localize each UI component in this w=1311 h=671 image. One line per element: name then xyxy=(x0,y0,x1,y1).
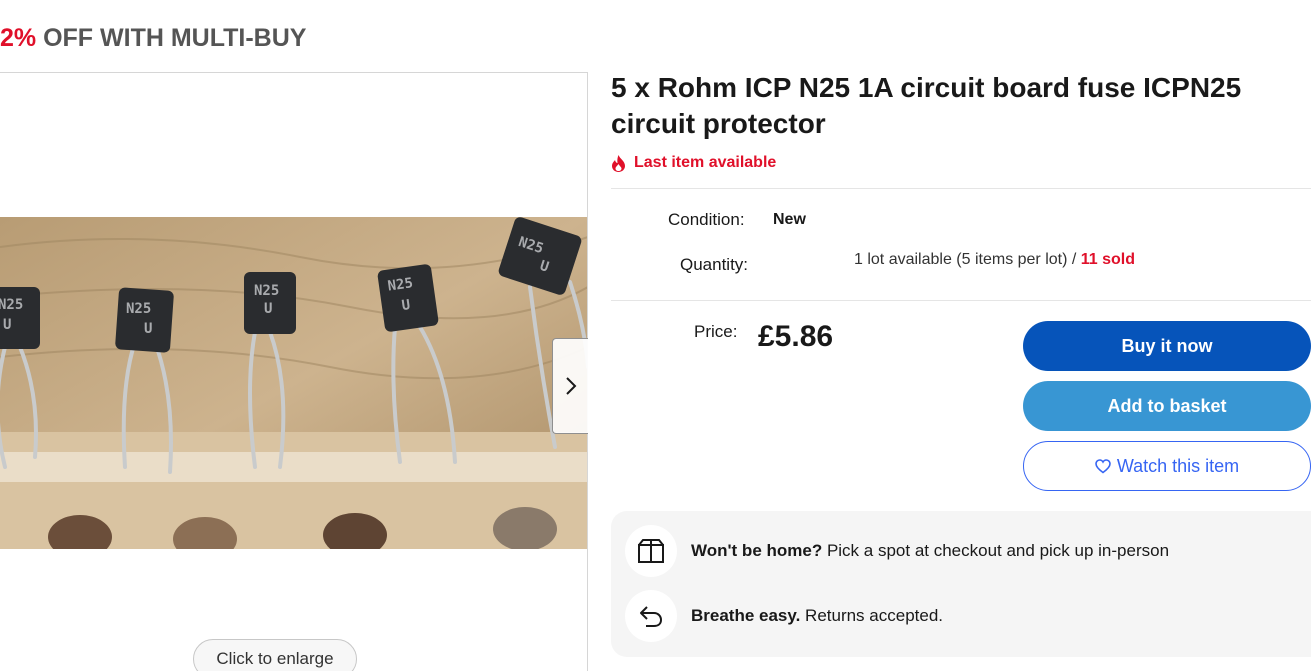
pickup-info: Won't be home? Pick a spot at checkout a… xyxy=(625,525,1169,577)
quantity-sold: 11 sold xyxy=(1080,251,1136,268)
watch-item-button[interactable]: Watch this item xyxy=(1023,441,1311,491)
divider xyxy=(611,188,1311,189)
watch-item-label: Watch this item xyxy=(1116,455,1240,476)
price-label: Price: xyxy=(694,322,738,341)
buyer-info-panel: Won't be home? Pick a spot at checkout a… xyxy=(611,511,1311,657)
returns-text: Breathe easy. Returns accepted. xyxy=(691,606,943,626)
price-value: £5.86 xyxy=(758,320,834,353)
condition-label: Condition: xyxy=(668,210,745,229)
heart-icon xyxy=(1095,458,1111,473)
multi-buy-promo: 2% OFF WITH MULTI-BUY xyxy=(0,24,306,53)
quantity-label: Quantity: xyxy=(680,255,749,274)
returns-info: Breathe easy. Returns accepted. xyxy=(625,590,943,642)
image-gallery: N25 U N25 U N25 U N25 U N25 U xyxy=(0,72,588,671)
buy-it-now-button[interactable]: Buy it now xyxy=(1023,321,1311,371)
urgency-signal: Last item available xyxy=(611,154,776,172)
chevron-right-icon xyxy=(565,377,576,395)
quantity-info: 1 lot available (5 items per lot) / 11 s… xyxy=(854,251,1135,269)
click-to-enlarge-button[interactable]: Click to enlarge xyxy=(193,639,357,671)
add-to-basket-button[interactable]: Add to basket xyxy=(1023,381,1311,431)
photo-marking: N25 xyxy=(254,283,279,299)
product-photo-image: N25 U N25 U N25 U N25 U N25 U xyxy=(0,217,587,549)
quantity-available: 1 lot available (5 items per lot) / xyxy=(854,251,1081,268)
returns-bold: Breathe easy. xyxy=(691,606,801,625)
photo-marking: U xyxy=(3,317,11,333)
promo-text: OFF WITH MULTI-BUY xyxy=(43,24,307,52)
promo-percent: 2% xyxy=(0,24,37,52)
pickup-text: Won't be home? Pick a spot at checkout a… xyxy=(691,541,1169,561)
returns-detail: Returns accepted. xyxy=(800,606,944,625)
item-title: 5 x Rohm ICP N25 1A circuit board fuse I… xyxy=(611,72,1242,139)
product-photo[interactable]: N25 U N25 U N25 U N25 U N25 U xyxy=(0,217,587,549)
photo-marking: U xyxy=(264,301,272,317)
package-icon xyxy=(625,525,677,577)
pickup-bold: Won't be home? xyxy=(691,541,823,560)
add-to-basket-label: Add to basket xyxy=(1107,395,1227,416)
photo-marking: N25 xyxy=(0,297,23,313)
next-image-button[interactable] xyxy=(552,338,588,434)
urgency-text: Last item available xyxy=(634,154,777,171)
divider xyxy=(611,300,1311,301)
pickup-detail: Pick a spot at checkout and pick up in-p… xyxy=(822,541,1170,560)
return-arrow-icon xyxy=(625,590,677,642)
photo-marking: U xyxy=(144,321,152,337)
buy-it-now-label: Buy it now xyxy=(1121,335,1213,356)
condition-value: New xyxy=(773,211,806,228)
photo-marking: N25 xyxy=(126,301,151,317)
flame-icon xyxy=(612,154,625,172)
